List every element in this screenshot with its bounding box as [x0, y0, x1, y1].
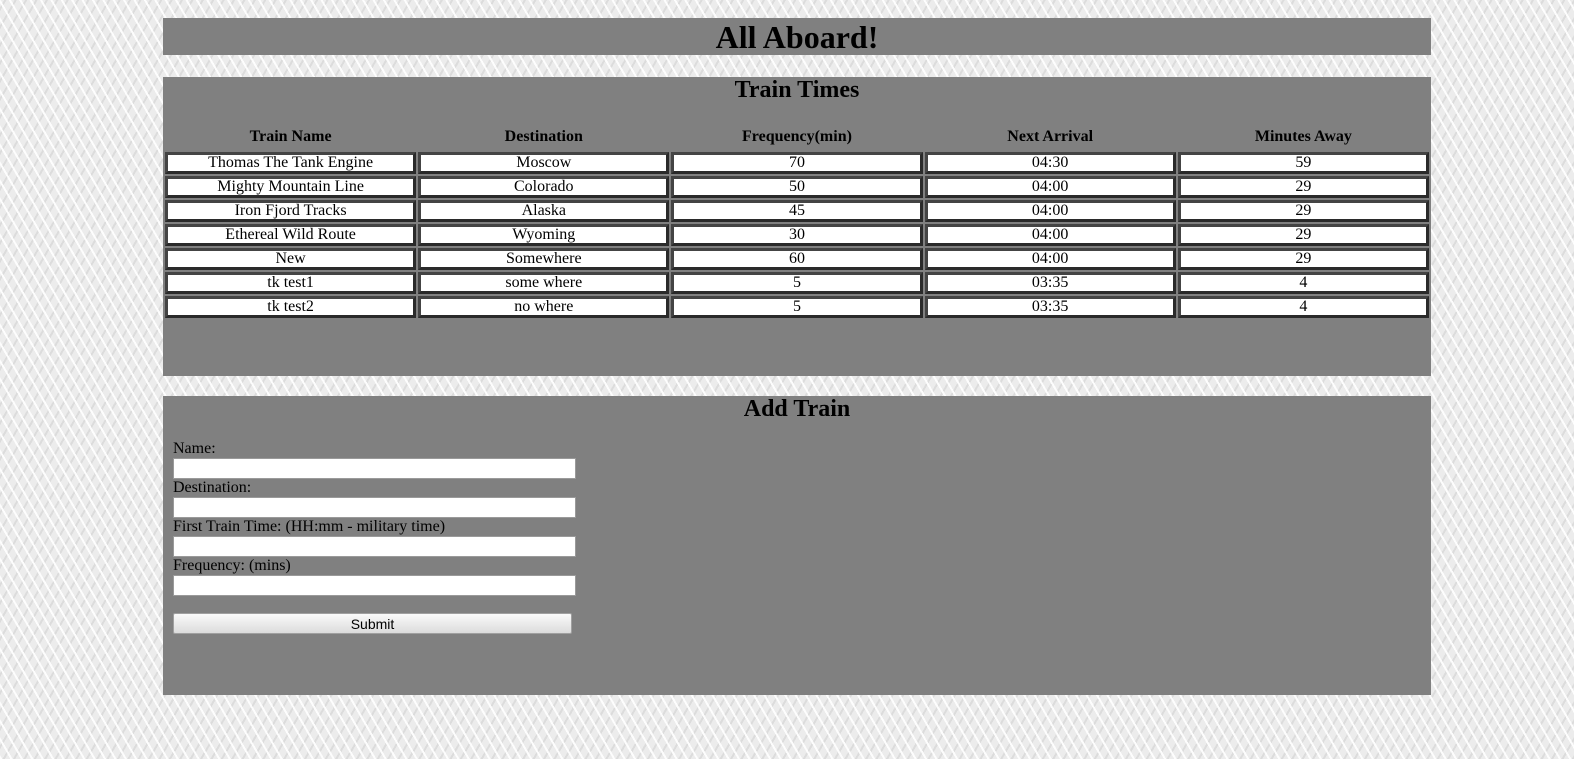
name-input[interactable]	[173, 458, 576, 479]
cell-frequency: 5	[671, 272, 923, 294]
cell-next-arrival: 03:35	[924, 272, 1176, 294]
cell-frequency: 70	[671, 152, 923, 174]
cell-train-name: Ethereal Wild Route	[165, 224, 417, 246]
submit-button[interactable]: Submit	[173, 613, 572, 634]
first-train-time-input[interactable]	[173, 536, 576, 557]
cell-minutes-away: 4	[1177, 296, 1429, 318]
cell-frequency: 60	[671, 248, 923, 270]
cell-train-name: Iron Fjord Tracks	[165, 200, 417, 222]
train-times-heading: Train Times	[734, 77, 860, 103]
table-row: Thomas The Tank Engine Moscow 70 04:30 5…	[165, 152, 1429, 174]
cell-minutes-away: 29	[1177, 200, 1429, 222]
table-header-row: Train Name Destination Frequency(min) Ne…	[165, 124, 1429, 150]
cell-frequency: 30	[671, 224, 923, 246]
table-row: tk test1 some where 5 03:35 4	[165, 272, 1429, 294]
cell-next-arrival: 04:00	[924, 248, 1176, 270]
column-header-frequency: Frequency(min)	[742, 128, 852, 145]
cell-train-name: tk test1	[165, 272, 417, 294]
cell-next-arrival: 04:00	[924, 200, 1176, 222]
add-train-heading: Add Train	[743, 396, 851, 422]
add-train-panel: Add Train Name: Destination: First Train…	[163, 396, 1431, 695]
column-header-next-arrival: Next Arrival	[1007, 128, 1094, 145]
cell-destination: Colorado	[418, 176, 670, 198]
first-train-time-label: First Train Time: (HH:mm - military time…	[173, 518, 446, 535]
column-header-destination: Destination	[504, 128, 583, 145]
cell-destination: Wyoming	[418, 224, 670, 246]
name-label: Name:	[173, 440, 216, 457]
frequency-input[interactable]	[173, 575, 576, 596]
cell-destination: Somewhere	[418, 248, 670, 270]
destination-field-group: Destination:	[173, 479, 583, 518]
cell-destination: some where	[418, 272, 670, 294]
destination-input[interactable]	[173, 497, 576, 518]
cell-destination: Alaska	[418, 200, 670, 222]
table-row: Mighty Mountain Line Colorado 50 04:00 2…	[165, 176, 1429, 198]
cell-train-name: New	[165, 248, 417, 270]
table-row: tk test2 no where 5 03:35 4	[165, 296, 1429, 318]
cell-destination: Moscow	[418, 152, 670, 174]
cell-next-arrival: 03:35	[924, 296, 1176, 318]
page-title: All Aboard!	[715, 19, 879, 55]
destination-label: Destination:	[173, 479, 252, 496]
cell-destination: no where	[418, 296, 670, 318]
cell-minutes-away: 29	[1177, 248, 1429, 270]
cell-next-arrival: 04:00	[924, 176, 1176, 198]
column-header-train-name: Train Name	[249, 128, 332, 145]
train-times-panel: Train Times Train Name Destination Frequ…	[163, 77, 1431, 376]
add-train-form: Name: Destination: First Train Time: (HH…	[173, 440, 583, 634]
cell-minutes-away: 29	[1177, 224, 1429, 246]
cell-minutes-away: 29	[1177, 176, 1429, 198]
cell-frequency: 50	[671, 176, 923, 198]
first-train-time-field-group: First Train Time: (HH:mm - military time…	[173, 518, 583, 557]
cell-frequency: 45	[671, 200, 923, 222]
cell-minutes-away: 4	[1177, 272, 1429, 294]
column-header-minutes-away: Minutes Away	[1254, 128, 1352, 145]
table-row: Iron Fjord Tracks Alaska 45 04:00 29	[165, 200, 1429, 222]
train-times-table: Train Name Destination Frequency(min) Ne…	[163, 122, 1431, 320]
frequency-label: Frequency: (mins)	[173, 557, 291, 574]
cell-next-arrival: 04:00	[924, 224, 1176, 246]
table-row: Ethereal Wild Route Wyoming 30 04:00 29	[165, 224, 1429, 246]
cell-train-name: Mighty Mountain Line	[165, 176, 417, 198]
table-row: New Somewhere 60 04:00 29	[165, 248, 1429, 270]
header-panel: All Aboard!	[163, 18, 1431, 55]
cell-train-name: Thomas The Tank Engine	[165, 152, 417, 174]
name-field-group: Name:	[173, 440, 583, 479]
cell-frequency: 5	[671, 296, 923, 318]
cell-train-name: tk test2	[165, 296, 417, 318]
cell-minutes-away: 59	[1177, 152, 1429, 174]
cell-next-arrival: 04:30	[924, 152, 1176, 174]
frequency-field-group: Frequency: (mins)	[173, 557, 583, 596]
